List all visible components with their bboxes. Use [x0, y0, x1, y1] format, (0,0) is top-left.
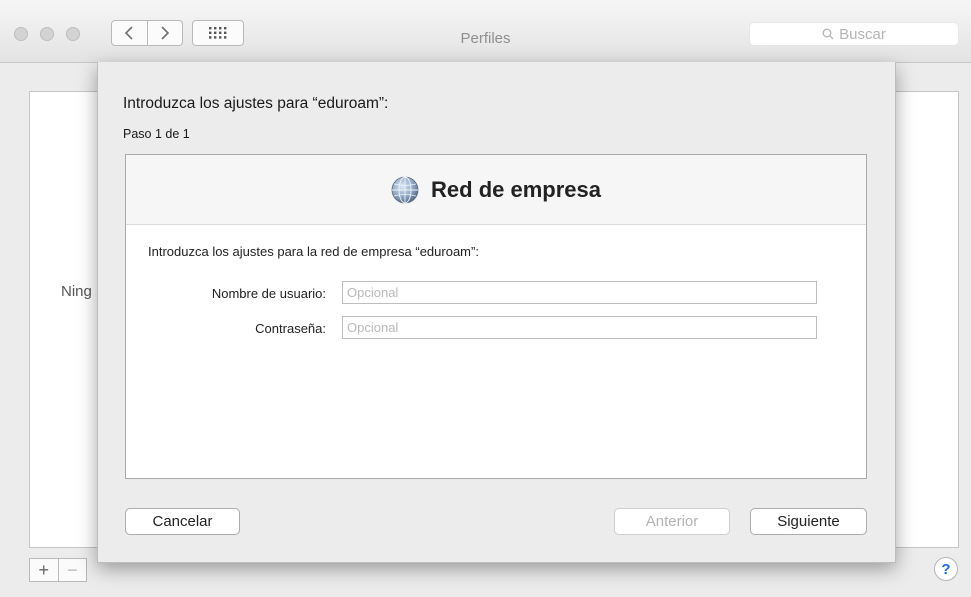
empty-profiles-text: Ning — [61, 283, 92, 300]
section-header: Red de empresa — [126, 155, 866, 225]
remove-profile-button[interactable]: − — [57, 559, 87, 581]
step-indicator: Paso 1 de 1 — [123, 127, 190, 141]
title-bar: Perfiles Buscar — [0, 0, 971, 63]
sheet-title: Introduzca los ajustes para “eduroam”: — [123, 95, 389, 112]
settings-sheet: Introduzca los ajustes para “eduroam”: P… — [97, 62, 896, 563]
password-input[interactable] — [342, 316, 817, 339]
settings-panel: Red de empresa Introduzca los ajustes pa… — [125, 154, 867, 479]
add-remove-buttons: + − — [29, 558, 87, 582]
add-profile-button[interactable]: + — [30, 559, 58, 581]
search-field[interactable]: Buscar — [749, 22, 959, 46]
cancel-button[interactable]: Cancelar — [125, 508, 240, 535]
section-title: Red de empresa — [431, 176, 601, 202]
preferences-window: Perfiles Buscar Ning + − ? Introduzca lo… — [0, 0, 971, 597]
network-globe-icon — [391, 176, 419, 203]
section-description: Introduzca los ajustes para la red de em… — [148, 244, 479, 259]
username-label: Nombre de usuario: — [211, 286, 326, 301]
help-button[interactable]: ? — [934, 557, 958, 581]
search-placeholder: Buscar — [839, 25, 886, 43]
previous-button[interactable]: Anterior — [614, 508, 730, 535]
password-label: Contraseña: — [255, 321, 326, 336]
search-icon — [822, 28, 834, 40]
username-input[interactable] — [342, 281, 817, 304]
next-button[interactable]: Siguiente — [750, 508, 867, 535]
